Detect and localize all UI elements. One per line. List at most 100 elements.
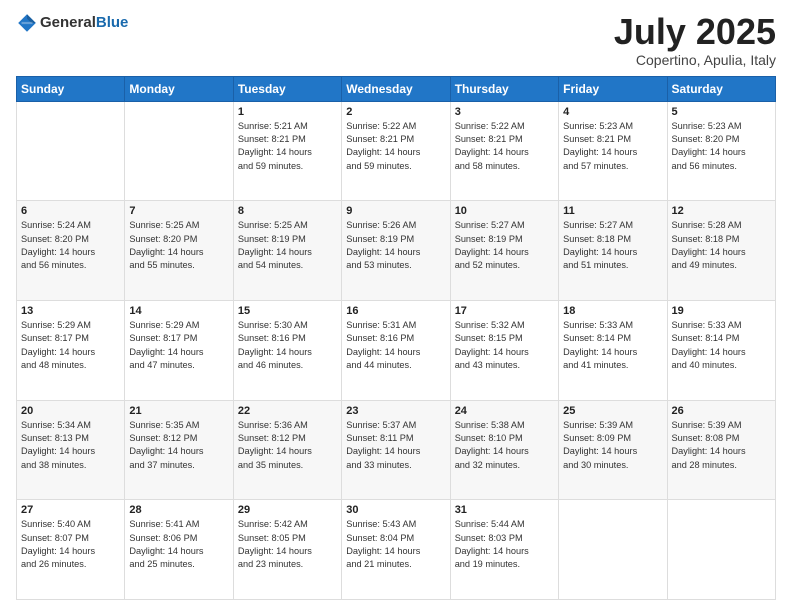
- day-number: 6: [21, 205, 120, 217]
- calendar-cell: 11Sunrise: 5:27 AM Sunset: 8:18 PM Dayli…: [559, 201, 667, 301]
- calendar-cell: 2Sunrise: 5:22 AM Sunset: 8:21 PM Daylig…: [342, 101, 450, 201]
- calendar-cell: [125, 101, 233, 201]
- calendar-cell: [667, 500, 775, 600]
- day-info: Sunrise: 5:27 AM Sunset: 8:19 PM Dayligh…: [455, 219, 554, 272]
- day-info: Sunrise: 5:25 AM Sunset: 8:20 PM Dayligh…: [129, 219, 228, 272]
- day-info: Sunrise: 5:34 AM Sunset: 8:13 PM Dayligh…: [21, 419, 120, 472]
- logo: GeneralBlue: [16, 12, 128, 34]
- calendar-header-tuesday: Tuesday: [233, 76, 341, 101]
- day-info: Sunrise: 5:40 AM Sunset: 8:07 PM Dayligh…: [21, 518, 120, 571]
- day-number: 24: [455, 405, 554, 417]
- calendar-cell: 1 Sunrise: 5:21 AM Sunset: 8:21 PM Daylig…: [233, 101, 341, 201]
- calendar-cell: 23 Sunrise: 5:37 AM Sunset: 8:11 PM Dayli…: [342, 400, 450, 500]
- day-info: Sunrise: 5:24 AM Sunset: 8:20 PM Dayligh…: [21, 219, 120, 272]
- day-info: Sunrise: 5:22 AM Sunset: 8:21 PM Dayligh…: [455, 120, 554, 173]
- day-number: 8: [238, 205, 337, 217]
- day-info: Sunrise: 5:37 AM Sunset: 8:11 PM Dayligh…: [346, 419, 445, 472]
- calendar-cell: 4 Sunrise: 5:23 AM Sunset: 8:21 PM Daylig…: [559, 101, 667, 201]
- calendar-cell: 13Sunrise: 5:29 AM Sunset: 8:17 PM Dayli…: [17, 300, 125, 400]
- day-number: 26: [672, 405, 771, 417]
- calendar-header-wednesday: Wednesday: [342, 76, 450, 101]
- calendar-header-row: SundayMondayTuesdayWednesdayThursdayFrid…: [17, 76, 776, 101]
- day-number: 28: [129, 504, 228, 516]
- day-number: 5: [672, 106, 771, 118]
- day-number: 2: [346, 106, 445, 118]
- calendar-cell: 17 Sunrise: 5:32 AM Sunset: 8:15 PM Dayli…: [450, 300, 558, 400]
- day-info: Sunrise: 5:39 AM Sunset: 8:08 PM Dayligh…: [672, 419, 771, 472]
- calendar-cell: 7 Sunrise: 5:25 AM Sunset: 8:20 PM Daylig…: [125, 201, 233, 301]
- day-number: 14: [129, 305, 228, 317]
- calendar-cell: 22Sunrise: 5:36 AM Sunset: 8:12 PM Dayli…: [233, 400, 341, 500]
- day-number: 21: [129, 405, 228, 417]
- day-info: Sunrise: 5:26 AM Sunset: 8:19 PM Dayligh…: [346, 219, 445, 272]
- calendar-cell: 20 Sunrise: 5:34 AM Sunset: 8:13 PM Dayli…: [17, 400, 125, 500]
- day-info: Sunrise: 5:21 AM Sunset: 8:21 PM Dayligh…: [238, 120, 337, 173]
- day-number: 9: [346, 205, 445, 217]
- calendar-cell: [559, 500, 667, 600]
- day-number: 15: [238, 305, 337, 317]
- day-number: 19: [672, 305, 771, 317]
- calendar-header-thursday: Thursday: [450, 76, 558, 101]
- day-info: Sunrise: 5:43 AM Sunset: 8:04 PM Dayligh…: [346, 518, 445, 571]
- day-number: 20: [21, 405, 120, 417]
- calendar-cell: 21 Sunrise: 5:35 AM Sunset: 8:12 PM Dayli…: [125, 400, 233, 500]
- day-info: Sunrise: 5:23 AM Sunset: 8:21 PM Dayligh…: [563, 120, 662, 173]
- day-number: 18: [563, 305, 662, 317]
- calendar-cell: 26 Sunrise: 5:39 AM Sunset: 8:08 PM Dayli…: [667, 400, 775, 500]
- day-number: 30: [346, 504, 445, 516]
- day-number: 1: [238, 106, 337, 118]
- day-info: Sunrise: 5:29 AM Sunset: 8:17 PM Dayligh…: [129, 319, 228, 372]
- day-info: Sunrise: 5:30 AM Sunset: 8:16 PM Dayligh…: [238, 319, 337, 372]
- calendar-cell: 10 Sunrise: 5:27 AM Sunset: 8:19 PM Dayli…: [450, 201, 558, 301]
- calendar-cell: 28 Sunrise: 5:41 AM Sunset: 8:06 PM Dayli…: [125, 500, 233, 600]
- day-info: Sunrise: 5:23 AM Sunset: 8:20 PM Dayligh…: [672, 120, 771, 173]
- day-number: 31: [455, 504, 554, 516]
- day-number: 17: [455, 305, 554, 317]
- day-info: Sunrise: 5:27 AM Sunset: 8:18 PM Dayligh…: [563, 219, 662, 272]
- day-info: Sunrise: 5:33 AM Sunset: 8:14 PM Dayligh…: [672, 319, 771, 372]
- calendar-header-friday: Friday: [559, 76, 667, 101]
- day-number: 3: [455, 106, 554, 118]
- day-info: Sunrise: 5:41 AM Sunset: 8:06 PM Dayligh…: [129, 518, 228, 571]
- calendar-table: SundayMondayTuesdayWednesdayThursdayFrid…: [16, 76, 776, 600]
- day-number: 23: [346, 405, 445, 417]
- day-number: 7: [129, 205, 228, 217]
- calendar-cell: 30 Sunrise: 5:43 AM Sunset: 8:04 PM Dayli…: [342, 500, 450, 600]
- day-number: 16: [346, 305, 445, 317]
- day-number: 12: [672, 205, 771, 217]
- calendar-cell: 15 Sunrise: 5:30 AM Sunset: 8:16 PM Dayli…: [233, 300, 341, 400]
- day-info: Sunrise: 5:33 AM Sunset: 8:14 PM Dayligh…: [563, 319, 662, 372]
- calendar-cell: 12 Sunrise: 5:28 AM Sunset: 8:18 PM Dayli…: [667, 201, 775, 301]
- logo-icon: [16, 12, 38, 34]
- calendar-cell: 9 Sunrise: 5:26 AM Sunset: 8:19 PM Daylig…: [342, 201, 450, 301]
- calendar-cell: 6 Sunrise: 5:24 AM Sunset: 8:20 PM Daylig…: [17, 201, 125, 301]
- day-info: Sunrise: 5:35 AM Sunset: 8:12 PM Dayligh…: [129, 419, 228, 472]
- day-info: Sunrise: 5:28 AM Sunset: 8:18 PM Dayligh…: [672, 219, 771, 272]
- day-info: Sunrise: 5:44 AM Sunset: 8:03 PM Dayligh…: [455, 518, 554, 571]
- calendar-cell: 18 Sunrise: 5:33 AM Sunset: 8:14 PM Dayli…: [559, 300, 667, 400]
- calendar-cell: [17, 101, 125, 201]
- day-number: 10: [455, 205, 554, 217]
- calendar-week-1: 1 Sunrise: 5:21 AM Sunset: 8:21 PM Daylig…: [17, 101, 776, 201]
- calendar-week-2: 6 Sunrise: 5:24 AM Sunset: 8:20 PM Daylig…: [17, 201, 776, 301]
- day-number: 29: [238, 504, 337, 516]
- location: Copertino, Apulia, Italy: [614, 52, 776, 68]
- calendar-cell: 5 Sunrise: 5:23 AM Sunset: 8:20 PM Daylig…: [667, 101, 775, 201]
- calendar-week-5: 27 Sunrise: 5:40 AM Sunset: 8:07 PM Dayli…: [17, 500, 776, 600]
- calendar-header-sunday: Sunday: [17, 76, 125, 101]
- calendar-cell: 24Sunrise: 5:38 AM Sunset: 8:10 PM Dayli…: [450, 400, 558, 500]
- calendar-cell: 29Sunrise: 5:42 AM Sunset: 8:05 PM Dayli…: [233, 500, 341, 600]
- day-info: Sunrise: 5:32 AM Sunset: 8:15 PM Dayligh…: [455, 319, 554, 372]
- day-number: 4: [563, 106, 662, 118]
- month-title: July 2025: [614, 12, 776, 52]
- day-info: Sunrise: 5:25 AM Sunset: 8:19 PM Dayligh…: [238, 219, 337, 272]
- calendar-cell: 3 Sunrise: 5:22 AM Sunset: 8:21 PM Daylig…: [450, 101, 558, 201]
- calendar-cell: 25Sunrise: 5:39 AM Sunset: 8:09 PM Dayli…: [559, 400, 667, 500]
- calendar-header-monday: Monday: [125, 76, 233, 101]
- calendar-cell: 8 Sunrise: 5:25 AM Sunset: 8:19 PM Daylig…: [233, 201, 341, 301]
- calendar-week-4: 20 Sunrise: 5:34 AM Sunset: 8:13 PM Dayli…: [17, 400, 776, 500]
- day-info: Sunrise: 5:31 AM Sunset: 8:16 PM Dayligh…: [346, 319, 445, 372]
- calendar-cell: 14 Sunrise: 5:29 AM Sunset: 8:17 PM Dayli…: [125, 300, 233, 400]
- day-number: 27: [21, 504, 120, 516]
- day-number: 22: [238, 405, 337, 417]
